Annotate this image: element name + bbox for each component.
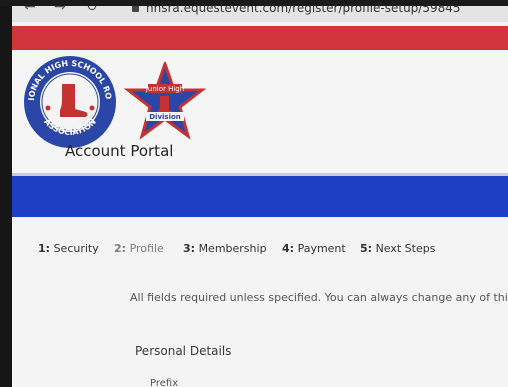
step-security[interactable]: 1: Security (38, 242, 99, 255)
step-payment[interactable]: 4: Payment (282, 242, 346, 255)
step-next-steps[interactable]: 5: Next Steps (360, 242, 435, 255)
blue-band-highlight (12, 173, 508, 176)
required-fields-note: All fields required unless specified. Yo… (130, 291, 508, 304)
junior-high-division-logo[interactable]: Junior High Division (124, 62, 206, 140)
logo-division-text: Division (149, 113, 181, 121)
prefix-label: Prefix (150, 378, 179, 387)
monitor-bezel (0, 0, 12, 387)
account-portal-title: Account Portal (65, 142, 174, 160)
personal-details-heading: Personal Details (135, 344, 232, 358)
logo-junior-high-text: Junior High (145, 85, 184, 93)
step-membership[interactable]: 3: Membership (183, 242, 267, 255)
screen: ← → ↻ nhsra.equestevent.com/register/pro… (0, 0, 508, 387)
blue-nav-band (12, 173, 508, 217)
monitor-bezel-top (0, 0, 508, 6)
registration-steps: 1: Security 2: Profile 3: Membership 4: … (38, 242, 508, 258)
top-red-band (12, 26, 508, 50)
nhsra-logo[interactable]: NATIONAL HIGH SCHOOL RODEO ASSOCIATION (22, 54, 118, 150)
step-profile[interactable]: 2: Profile (114, 242, 164, 255)
